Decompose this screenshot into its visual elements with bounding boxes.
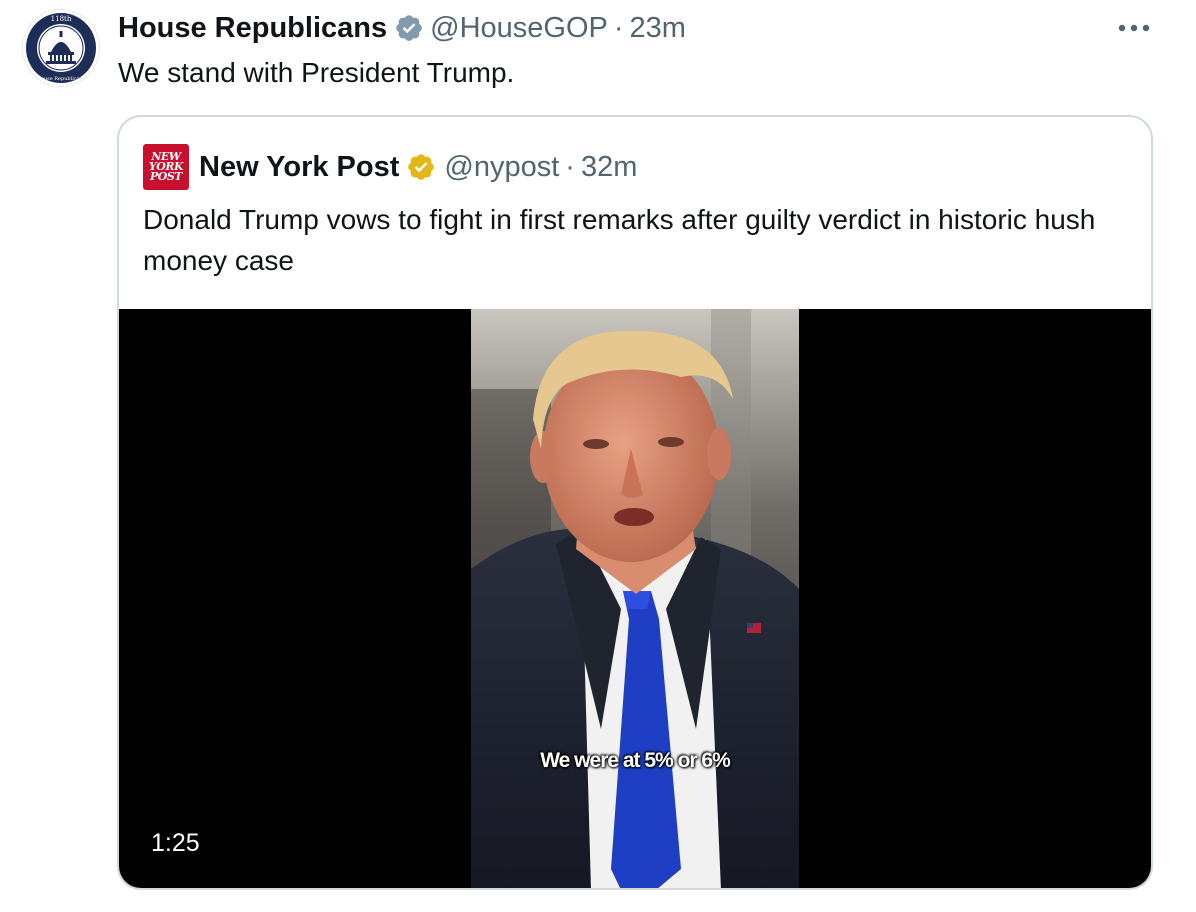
tweet-header: House Republicans @HouseGOP · 23m — [118, 8, 686, 48]
more-options-button[interactable] — [1112, 8, 1156, 48]
author-name[interactable]: House Republicans — [118, 12, 387, 45]
quote-meta-separator: · — [565, 150, 575, 183]
quote-header: NEW YORK POST New York Post @nypost · 32… — [143, 144, 637, 190]
meta-separator: · — [613, 11, 624, 44]
seal-top-text: 118th — [51, 15, 72, 23]
quote-tweet-card[interactable]: NEW YORK POST New York Post @nypost · 32… — [117, 115, 1153, 890]
quote-timestamp[interactable]: 32m — [581, 151, 637, 184]
video-caption: We were at 5% or 6% — [540, 749, 731, 772]
tweet-text: We stand with President Trump. — [118, 57, 515, 88]
new-york-post-logo-icon[interactable]: NEW YORK POST — [143, 144, 189, 190]
avatar[interactable]: 118th House Republicans — [22, 9, 100, 87]
video-thumbnail — [471, 309, 799, 888]
more-horizontal-icon — [1118, 24, 1150, 32]
video-duration: 1:25 — [141, 823, 210, 863]
seal-bottom-text: House Republicans — [37, 76, 86, 82]
quote-text: Donald Trump vows to fight in first rema… — [143, 204, 1096, 276]
quote-author-handle[interactable]: @nypost — [444, 151, 559, 184]
author-handle[interactable]: @HouseGOP — [430, 12, 608, 45]
tweet[interactable]: 118th House Republicans House Republican… — [0, 0, 1196, 912]
video-frame-image — [471, 309, 799, 888]
tweet-timestamp[interactable]: 23m — [630, 12, 686, 45]
video-player[interactable]: We were at 5% or 6% 1:25 — [119, 309, 1151, 888]
logo-line: POST — [150, 170, 182, 183]
gold-verified-badge-icon[interactable] — [406, 152, 436, 182]
quote-author-name[interactable]: New York Post — [199, 151, 399, 184]
verified-badge-icon[interactable] — [394, 13, 424, 43]
house-republicans-seal-icon: 118th House Republicans — [26, 13, 96, 83]
